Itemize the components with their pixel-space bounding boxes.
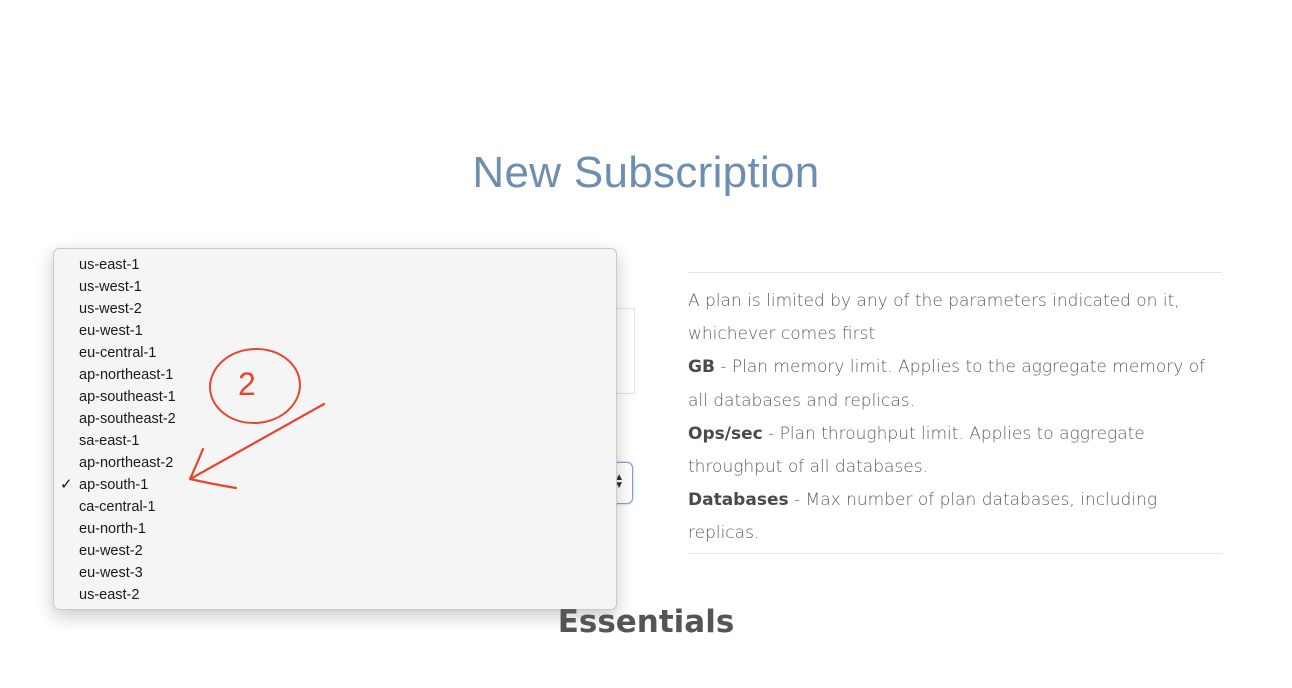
page-title: New Subscription — [472, 148, 820, 197]
dropdown-option[interactable]: us-west-2 — [54, 298, 616, 320]
dropdown-option[interactable]: sa-east-1 — [54, 430, 616, 452]
plan-info-gb: GB - Plan memory limit. Applies to the a… — [688, 351, 1222, 417]
dropdown-option[interactable]: us-east-2 — [54, 584, 616, 606]
page: New Subscription ▲ ▼ us-east-1 us-west-1 us… — [0, 0, 1292, 688]
dropdown-option[interactable]: ca-central-1 — [54, 496, 616, 518]
dropdown-option[interactable]: eu-west-3 — [54, 562, 616, 584]
region-dropdown-menu[interactable]: us-east-1 us-west-1 us-west-2 eu-west-1 eu-c… — [53, 248, 617, 610]
gb-description: - Plan memory limit. Applies to the aggr… — [688, 357, 1206, 411]
dropdown-option[interactable]: ✓ ap-south-1 — [54, 474, 616, 496]
dropdown-option-label: eu-west-1 — [79, 323, 143, 339]
dropdown-option-label: ap-southeast-2 — [79, 411, 176, 427]
dropdown-option-label: ap-northeast-1 — [79, 367, 174, 383]
dropdown-option[interactable]: us-west-1 — [54, 276, 616, 298]
dropdown-option-label: ap-south-1 — [79, 477, 149, 493]
gb-term: GB — [688, 357, 715, 378]
dropdown-option-label: sa-east-1 — [79, 433, 140, 449]
check-icon: ✓ — [60, 476, 73, 493]
plan-info-intro: A plan is limited by any of the paramete… — [688, 291, 1180, 345]
plan-info-ops: Ops/sec - Plan throughput limit. Applies… — [688, 418, 1222, 484]
ops-term: Ops/sec — [688, 423, 763, 444]
dropdown-option[interactable]: us-east-1 — [54, 254, 616, 276]
dropdown-option-label: eu-central-1 — [79, 345, 157, 361]
dropdown-option-label: ap-northeast-2 — [79, 455, 174, 471]
annotation-number: 2 — [238, 366, 256, 402]
essentials-heading: Essentials — [557, 604, 735, 640]
dropdown-option-label: us-west-2 — [79, 301, 142, 317]
dropdown-option[interactable]: ap-northeast-1 — [54, 364, 616, 386]
dropdown-option-label: us-east-1 — [79, 257, 140, 273]
dropdown-option-label: us-east-2 — [79, 587, 140, 603]
dropdown-option[interactable]: eu-west-2 — [54, 540, 616, 562]
plan-info-panel: A plan is limited by any of the paramete… — [688, 272, 1222, 554]
dropdown-option[interactable]: eu-central-1 — [54, 342, 616, 364]
dropdown-option[interactable]: eu-west-1 — [54, 320, 616, 342]
plan-info-databases: Databases - Max number of plan databases… — [688, 484, 1222, 550]
dropdown-option-label: ca-central-1 — [79, 499, 156, 515]
dropdown-option-label: eu-west-3 — [79, 565, 143, 581]
dropdown-option-label: eu-west-2 — [79, 543, 143, 559]
dropdown-option[interactable]: eu-north-1 — [54, 518, 616, 540]
dropdown-option[interactable]: ap-southeast-1 — [54, 386, 616, 408]
dropdown-option-label: ap-southeast-1 — [79, 389, 176, 405]
dropdown-option-label: eu-north-1 — [79, 521, 146, 537]
databases-term: Databases — [688, 490, 789, 511]
dropdown-option[interactable]: ap-southeast-2 — [54, 408, 616, 430]
dropdown-option[interactable]: ap-northeast-2 — [54, 452, 616, 474]
dropdown-option-label: us-west-1 — [79, 279, 142, 295]
